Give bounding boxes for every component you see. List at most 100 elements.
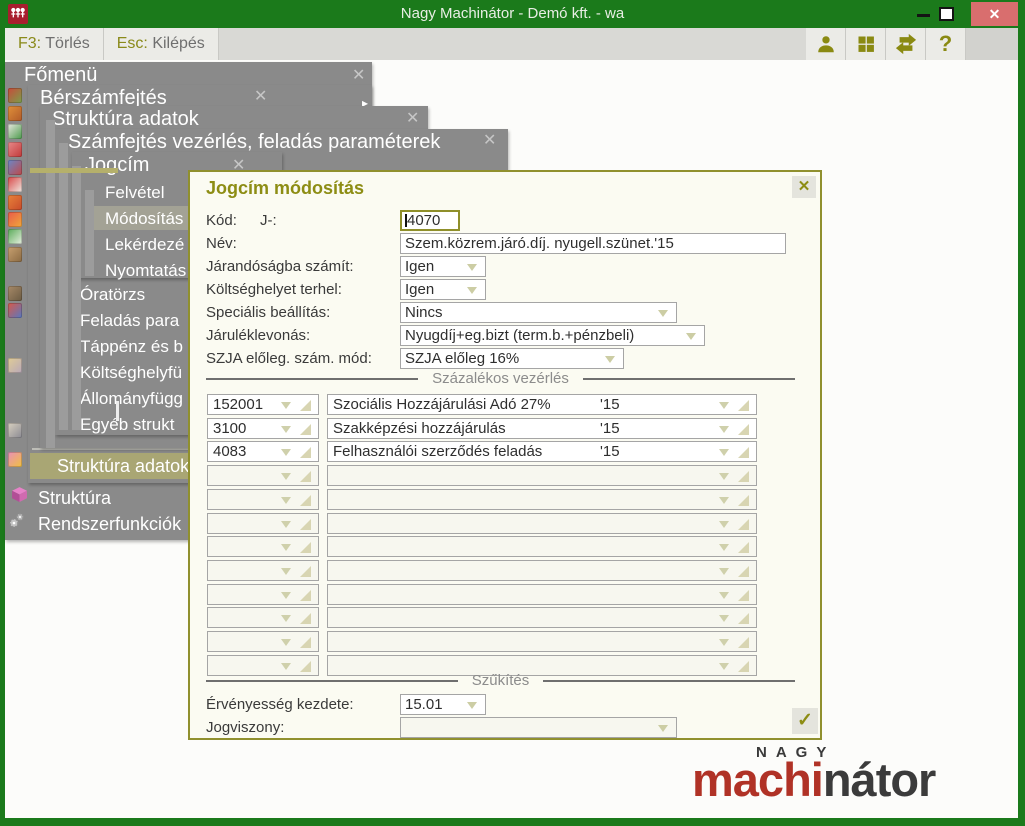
dropdown-arrow-icon bbox=[281, 473, 291, 480]
dropdown-arrow-icon bbox=[281, 663, 291, 670]
restrict-section-header: Szűkítés bbox=[206, 672, 795, 689]
transfer-arrows-icon[interactable] bbox=[886, 28, 926, 60]
dropdown-arrow-icon bbox=[281, 402, 291, 409]
percent-name-combo[interactable] bbox=[327, 513, 757, 534]
percent-name-combo[interactable]: Felhasználói szerződés feladás'15 bbox=[327, 441, 757, 462]
jogviszony-label: Jogviszony: bbox=[206, 719, 284, 736]
menu-item-felvetel[interactable]: Felvétel bbox=[105, 183, 165, 203]
jarandosagba-label: Járandóságba számít: bbox=[206, 258, 354, 275]
percent-code-combo[interactable] bbox=[207, 489, 319, 510]
close-button[interactable]: ✕ bbox=[971, 2, 1018, 26]
menu-item[interactable]: Költséghelyfü bbox=[80, 363, 182, 383]
corner-picker-icon bbox=[738, 400, 749, 411]
percent-name-combo[interactable] bbox=[327, 584, 757, 605]
ervenyesseg-label: Érvényesség kezdete: bbox=[206, 696, 354, 713]
percent-name-combo[interactable] bbox=[327, 489, 757, 510]
menu-item[interactable]: Egyéb strukt bbox=[80, 415, 175, 435]
dropdown-arrow-icon bbox=[719, 615, 729, 622]
tray-icon bbox=[8, 358, 22, 373]
koltseghelyet-label: Költséghelyet terhel: bbox=[206, 281, 342, 298]
koltseghelyet-dropdown[interactable]: Igen bbox=[400, 279, 486, 300]
percent-code-combo[interactable]: 4083 bbox=[207, 441, 319, 462]
percent-row: 4083 Felhasználói szerződés feladás'15 bbox=[190, 441, 824, 462]
menu-item[interactable]: Óratörzs bbox=[80, 285, 145, 305]
menu-item-modositas[interactable]: Módosítás bbox=[105, 209, 183, 229]
jogviszony-dropdown[interactable] bbox=[400, 717, 677, 738]
window-edge-fragment bbox=[30, 168, 118, 173]
ok-check-button[interactable]: ✓ bbox=[792, 708, 818, 734]
basket-icon bbox=[8, 88, 22, 103]
panel-close-icon[interactable]: ✕ bbox=[352, 68, 365, 84]
indent-guide bbox=[85, 190, 94, 276]
percent-code-combo[interactable] bbox=[207, 513, 319, 534]
toolbar-spacer bbox=[966, 28, 1018, 60]
szja-dropdown[interactable]: SZJA előleg 16% bbox=[400, 348, 624, 369]
percent-code-combo[interactable] bbox=[207, 560, 319, 581]
dialog-close-icon[interactable]: ✕ bbox=[792, 176, 816, 198]
modules-grid-icon[interactable] bbox=[846, 28, 886, 60]
jarulek-dropdown[interactable]: Nyugdíj+eg.bizt (term.b.+pénzbeli) bbox=[400, 325, 705, 346]
window-title: Nagy Machinátor - Demó kft. - wa bbox=[0, 5, 1025, 22]
menu-item[interactable]: Állományfügg bbox=[80, 389, 183, 409]
percent-code-combo[interactable] bbox=[207, 631, 319, 652]
nev-label: Név: bbox=[206, 235, 237, 252]
menu-item-rendszerfunkciok[interactable]: Rendszerfunkciók bbox=[38, 514, 181, 535]
menu-item-lekerdezes[interactable]: Lekérdezé bbox=[105, 235, 184, 255]
dropdown-arrow-icon bbox=[281, 521, 291, 528]
menu-item-nyomtatas[interactable]: Nyomtatás bbox=[105, 261, 186, 281]
panel-close-icon[interactable]: ✕ bbox=[406, 111, 419, 127]
percent-name-combo[interactable] bbox=[327, 607, 757, 628]
printer-icon bbox=[8, 423, 22, 438]
dropdown-arrow-icon bbox=[719, 568, 729, 575]
percent-name-combo[interactable] bbox=[327, 465, 757, 486]
help-icon[interactable]: ? bbox=[926, 28, 966, 60]
indent-guide bbox=[59, 143, 68, 430]
dropdown-arrow-icon bbox=[719, 592, 729, 599]
corner-picker-icon bbox=[738, 613, 749, 624]
dropdown-arrow-icon bbox=[281, 568, 291, 575]
jarandosagba-dropdown[interactable]: Igen bbox=[400, 256, 486, 277]
chart-icon bbox=[8, 212, 22, 227]
corner-picker-icon bbox=[300, 542, 311, 553]
user-icon[interactable] bbox=[806, 28, 846, 60]
percent-code-combo[interactable] bbox=[207, 584, 319, 605]
panel-close-icon[interactable]: ✕ bbox=[254, 89, 267, 105]
minimize-button[interactable] bbox=[917, 14, 930, 17]
package-icon bbox=[8, 247, 22, 262]
logo-machi-text: machi bbox=[692, 753, 823, 806]
esc-exit-button[interactable]: Esc: Kilépés bbox=[104, 28, 219, 60]
menu-item[interactable]: Táppénz és b bbox=[80, 337, 183, 357]
dropdown-arrow-icon bbox=[281, 426, 291, 433]
percent-row bbox=[190, 560, 824, 581]
panel-close-icon[interactable]: ✕ bbox=[483, 133, 496, 149]
percent-name-combo[interactable] bbox=[327, 631, 757, 652]
coins-icon bbox=[8, 142, 22, 157]
percent-name-combo[interactable]: Szociális Hozzájárulási Adó 27%'15 bbox=[327, 394, 757, 415]
dropdown-arrow-icon bbox=[281, 497, 291, 504]
dropdown-arrow-icon bbox=[281, 449, 291, 456]
nev-input[interactable]: Szem.közrem.járó.díj. nyugell.szünet.'15 bbox=[400, 233, 786, 254]
f3-delete-button[interactable]: F3: Törlés bbox=[5, 28, 104, 60]
szja-label: SZJA előleg. szám. mód: bbox=[206, 350, 372, 367]
percent-name-combo[interactable]: Szakképzési hozzájárulás'15 bbox=[327, 418, 757, 439]
ervenyesseg-dropdown[interactable]: 15.01 bbox=[400, 694, 486, 715]
percent-code-combo[interactable] bbox=[207, 465, 319, 486]
percent-code-combo[interactable]: 3100 bbox=[207, 418, 319, 439]
specialis-dropdown[interactable]: Nincs bbox=[400, 302, 677, 323]
menu-item-struktura[interactable]: Struktúra bbox=[38, 488, 111, 509]
toolbar-key-buttons: F3: Törlés Esc: Kilépés bbox=[5, 28, 219, 60]
maximize-button[interactable] bbox=[939, 7, 954, 21]
kod-input[interactable]: 4070 bbox=[400, 210, 460, 231]
menu-item-struktura-adatok[interactable]: Struktúra adatok bbox=[57, 456, 189, 477]
corner-picker-icon bbox=[300, 424, 311, 435]
percent-code-combo[interactable] bbox=[207, 607, 319, 628]
menu-item[interactable]: Feladás para bbox=[80, 311, 179, 331]
percent-code-combo[interactable]: 152001 bbox=[207, 394, 319, 415]
percent-code-combo[interactable] bbox=[207, 536, 319, 557]
gears-icon bbox=[8, 512, 27, 534]
corner-picker-icon bbox=[300, 566, 311, 577]
percent-name-combo[interactable] bbox=[327, 536, 757, 557]
box-icon bbox=[8, 177, 22, 192]
dropdown-arrow-icon bbox=[719, 402, 729, 409]
percent-name-combo[interactable] bbox=[327, 560, 757, 581]
